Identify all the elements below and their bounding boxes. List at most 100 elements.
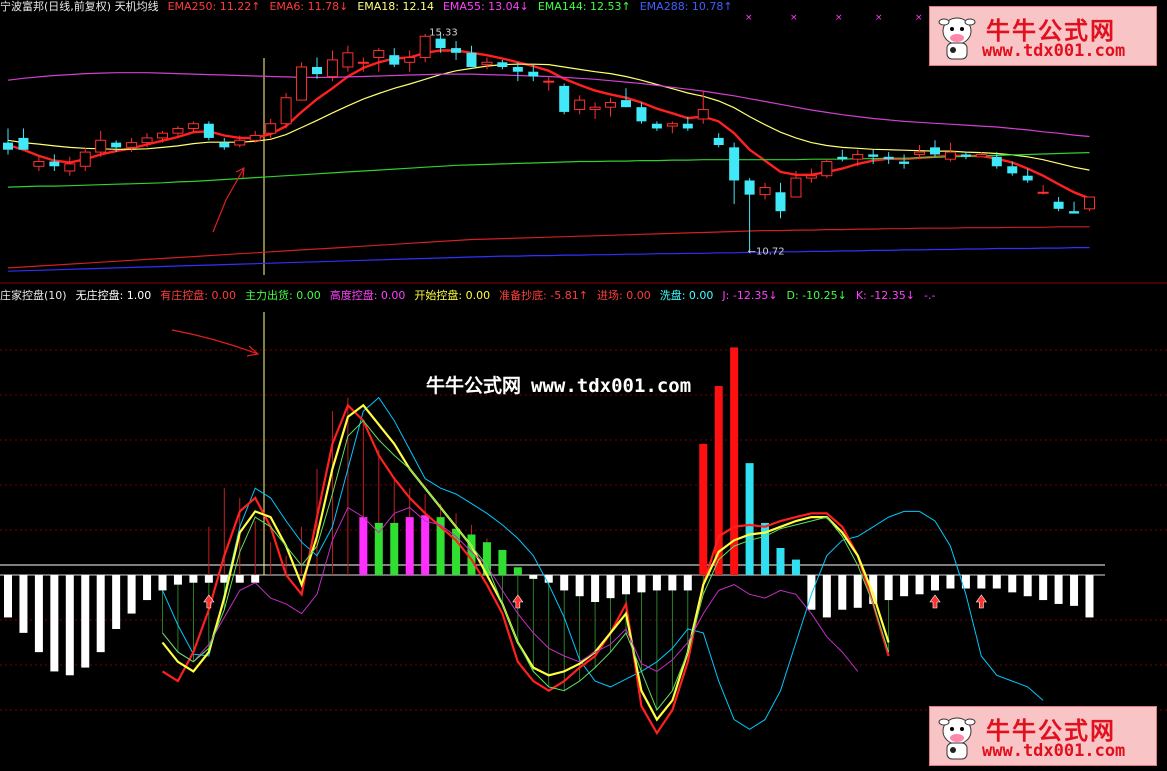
price-header-item: EMA250: 11.22↑	[167, 0, 261, 13]
candle-body	[481, 61, 493, 66]
indicator-bar	[822, 575, 831, 618]
cow-mascot-icon	[938, 17, 976, 60]
candle-body	[280, 97, 292, 125]
candle-body	[1069, 211, 1080, 214]
indicator-bar	[931, 575, 939, 591]
low-label: ←10.72	[748, 246, 785, 257]
candle-body	[512, 67, 523, 72]
candle-body	[930, 147, 940, 155]
price-chart-header: 宁波富邦(日线,前复权) 天机均线 EMA250: 11.22↑ EMA6: 11.…	[0, 0, 742, 14]
ma-line-ema144	[7, 152, 1090, 188]
indicator-bar	[421, 515, 430, 575]
indicator-bar	[637, 575, 646, 593]
candle-body	[187, 123, 199, 129]
ma-line-ema6	[7, 49, 1090, 200]
candle-body	[497, 62, 508, 67]
candle-body	[883, 156, 894, 160]
candle-body	[1037, 191, 1049, 194]
candle-body	[249, 135, 261, 141]
indicator-bar	[96, 575, 105, 653]
price-header-item: EMA288: 10.78↑	[639, 0, 733, 13]
price-header-item: EMA18: 12.14	[357, 0, 434, 13]
candle-body	[775, 192, 786, 212]
candle-body	[172, 127, 184, 134]
indicator-bar	[683, 575, 692, 591]
candle-body	[636, 107, 647, 122]
indicator-bar	[591, 575, 600, 602]
badge-url: www.tdx001.com	[982, 41, 1126, 61]
candle-body	[296, 66, 308, 101]
candle-body	[373, 49, 385, 59]
indicator-bar	[158, 575, 167, 591]
candle-body	[975, 153, 987, 158]
indicator-bar	[776, 548, 785, 575]
indicator-bar	[374, 522, 383, 575]
cow-mascot-icon	[938, 717, 976, 760]
indicator-bar	[606, 575, 615, 599]
candle-body	[157, 132, 168, 139]
indicator-bar	[575, 575, 584, 597]
marker-x: ×	[835, 13, 843, 23]
candle-body	[543, 80, 555, 83]
candle-body	[389, 55, 400, 65]
indicator-bar	[884, 575, 893, 601]
candle-body	[435, 38, 446, 49]
indicator-header-item: 有庄控盘: 0.00	[160, 289, 236, 302]
indicator-bar	[1039, 575, 1048, 601]
indicator-bar	[359, 517, 368, 575]
candle-body	[419, 35, 431, 59]
candle-body	[342, 52, 354, 68]
candle-body	[357, 61, 369, 64]
candle-body	[3, 142, 13, 150]
signal-up-arrow-icon	[512, 594, 524, 609]
indicator-bar	[235, 575, 244, 583]
brand-badge-bottom: 牛牛公式网 www.tdx001.com	[929, 706, 1157, 766]
candle-body	[451, 48, 462, 53]
candle-body	[466, 52, 477, 67]
candle-body	[605, 101, 617, 108]
indicator-bar	[915, 575, 924, 595]
indicator-bar	[745, 463, 754, 575]
indicator-bar	[946, 575, 955, 589]
indicator-bar	[1085, 575, 1094, 618]
candle-body	[852, 153, 864, 160]
indicator-header-item: 进场: 0.00	[597, 289, 651, 302]
candle-body	[621, 100, 631, 108]
indicator-bar	[112, 575, 121, 629]
candle-body	[682, 123, 693, 129]
annotation-arrow	[212, 167, 245, 233]
indicator-header-item: D: -10.25↓	[786, 289, 847, 302]
indicator-bar	[251, 575, 260, 583]
candle-body	[528, 71, 539, 77]
candle-body	[899, 161, 910, 164]
indicator-bar	[452, 528, 461, 575]
indicator-bar	[1008, 575, 1017, 593]
marker-x: ×	[745, 13, 753, 23]
indicator-bar	[992, 575, 1001, 589]
candle-body	[203, 123, 214, 138]
indicator-bar	[204, 575, 213, 583]
indicator-bar	[81, 575, 90, 668]
candle-body	[111, 142, 122, 148]
candle-body	[713, 137, 724, 145]
candle-body	[219, 142, 230, 148]
candle-body	[265, 123, 277, 134]
candle-body	[991, 156, 1002, 167]
candle-body	[234, 139, 246, 146]
candle-body	[759, 187, 771, 196]
candle-body	[1084, 196, 1095, 210]
indicator-bar	[127, 575, 136, 614]
price-header-item: EMA55: 13.04↓	[442, 0, 529, 13]
ma-line-ema250	[7, 226, 1090, 269]
watermark: 牛牛公式网 www.tdx001.com	[426, 375, 692, 397]
candle-body	[126, 142, 138, 148]
marker-x: ×	[790, 13, 798, 23]
candle-body	[837, 156, 848, 160]
signal-up-arrow-icon	[975, 594, 987, 609]
candle-body	[1007, 166, 1018, 174]
candle-body	[1053, 201, 1064, 209]
candle-body	[141, 137, 153, 144]
indicator-bar	[189, 575, 198, 583]
candle-body	[868, 154, 879, 157]
candle-body	[18, 137, 29, 150]
